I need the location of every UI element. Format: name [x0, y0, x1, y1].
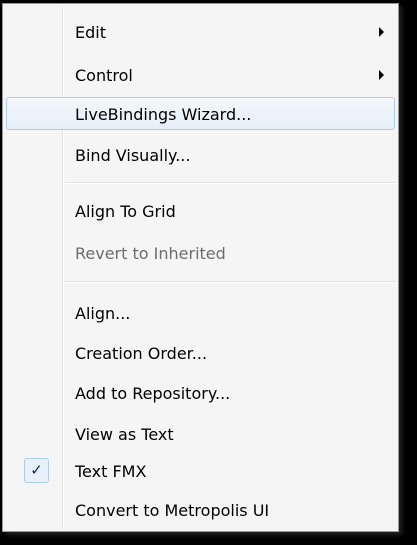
menu-item-label: Bind Visually...: [75, 146, 191, 165]
menu-item-convert-to-metropolis-ui[interactable]: Convert to Metropolis UI: [6, 493, 395, 526]
menu-item-label: Convert to Metropolis UI: [75, 501, 270, 520]
menu-item-text-fmx[interactable]: ✓ Text FMX: [6, 454, 395, 487]
menu-item-livebindings-wizard[interactable]: LiveBindings Wizard...: [6, 97, 395, 130]
menu-item-label: Add to Repository...: [75, 384, 231, 403]
menu-item-bind-visually[interactable]: Bind Visually...: [6, 138, 395, 171]
checkmark-icon: ✓: [24, 458, 49, 483]
menu-item-label: Control: [75, 66, 133, 85]
menu-item-label: LiveBindings Wizard...: [75, 105, 252, 124]
menu-item-edit[interactable]: Edit: [6, 15, 395, 48]
menu-item-align[interactable]: Align...: [6, 296, 395, 329]
menu-item-align-to-grid[interactable]: Align To Grid: [6, 194, 395, 227]
menu-item-label: Align To Grid: [75, 202, 176, 221]
menu-item-label: Creation Order...: [75, 344, 208, 363]
menu-item-label: Revert to Inherited: [75, 244, 226, 263]
menu-item-revert-to-inherited: Revert to Inherited: [6, 236, 395, 269]
menu-item-view-as-text[interactable]: View as Text: [6, 417, 395, 450]
menu-item-label: Text FMX: [75, 462, 147, 481]
menu-item-label: View as Text: [75, 425, 174, 444]
context-menu: Edit Control LiveBindings Wizard... Bind…: [2, 3, 399, 532]
menu-item-label: Align...: [75, 304, 131, 323]
menu-item-control[interactable]: Control: [6, 58, 395, 91]
chevron-right-icon: [379, 70, 384, 80]
menu-separator: [65, 182, 395, 184]
chevron-right-icon: [379, 27, 384, 37]
menu-item-creation-order[interactable]: Creation Order...: [6, 336, 395, 369]
menu-separator: [65, 281, 395, 283]
menu-item-label: Edit: [75, 23, 106, 42]
menu-item-add-to-repository[interactable]: Add to Repository...: [6, 376, 395, 409]
